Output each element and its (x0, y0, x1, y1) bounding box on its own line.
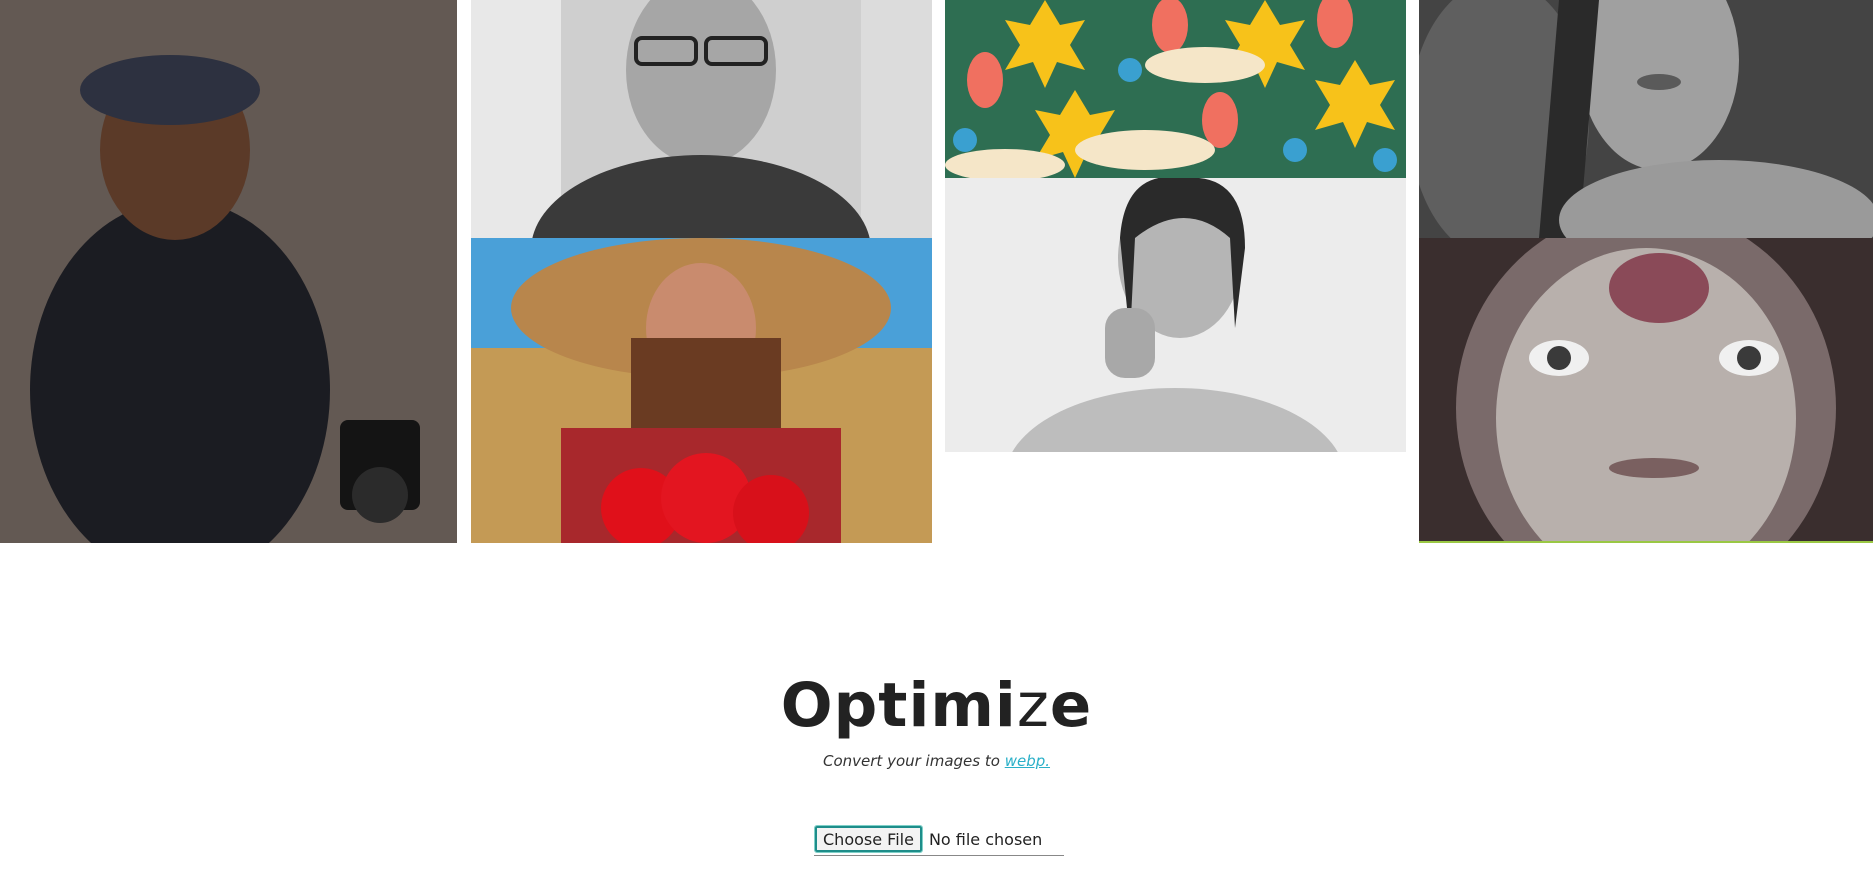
page-title: Optimize (0, 672, 1873, 740)
subtitle-text: Convert your images to (822, 752, 1005, 770)
gallery-image-child-portrait (1419, 238, 1873, 543)
file-status-text: No file chosen (928, 829, 1043, 849)
gallery-image-pattern-art (945, 0, 1406, 178)
file-input[interactable]: Choose File No file chosen (814, 823, 1064, 856)
gallery-image-woman-straw-hat (471, 238, 932, 543)
gallery-image-woman-portrait (945, 178, 1406, 452)
gallery-image-smiling-man (471, 0, 932, 238)
webp-link[interactable]: webp. (1005, 752, 1050, 770)
title-part-1: Optimi (780, 670, 1017, 741)
page-subtitle: Convert your images to webp. (0, 752, 1873, 770)
gallery-image-man-with-camera (0, 0, 457, 543)
title-part-2: z (1016, 670, 1050, 741)
gallery-image-woman-leaves (1419, 0, 1873, 238)
title-part-3: e (1049, 670, 1093, 741)
tile-accent-line (1419, 541, 1873, 543)
choose-file-button[interactable]: Choose File (814, 825, 923, 853)
